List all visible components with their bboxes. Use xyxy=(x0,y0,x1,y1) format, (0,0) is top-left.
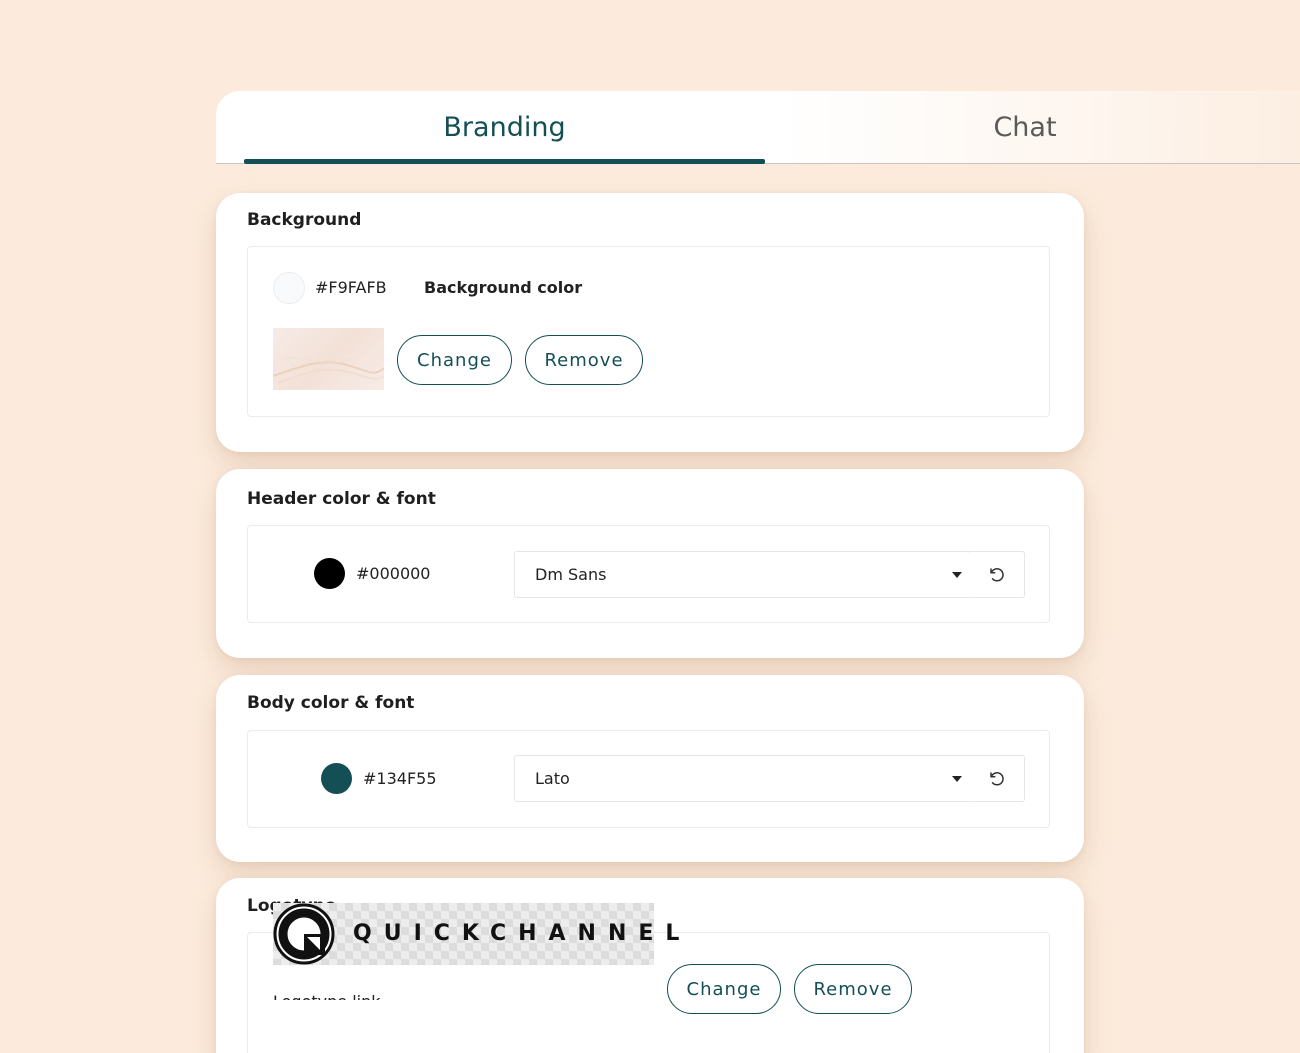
logotype-preview: QUICKCHANNEL xyxy=(273,903,679,965)
background-color-swatch[interactable] xyxy=(273,272,305,304)
body-color-swatch[interactable] xyxy=(321,763,352,794)
header-reset-button[interactable] xyxy=(970,551,1025,598)
caret-down-icon xyxy=(952,572,962,578)
caret-down-icon xyxy=(952,776,962,782)
header-font-value: Dm Sans xyxy=(535,565,607,584)
logotype-remove-button[interactable]: Remove xyxy=(794,964,912,1014)
body-font-card: Body color & font #134F55 Lato xyxy=(216,675,1084,862)
body-font-value: Lato xyxy=(535,769,570,788)
logotype-link-label: Logotype link xyxy=(273,992,381,1000)
header-color-swatch[interactable] xyxy=(314,558,345,589)
logotype-card: Logotype QUICKCHANNEL Change Remove Logo… xyxy=(216,878,1084,1053)
body-font-select[interactable]: Lato xyxy=(514,755,971,802)
body-hex: #134F55 xyxy=(363,769,437,788)
header-font-title: Header color & font xyxy=(247,489,436,509)
background-hex: #F9FAFB xyxy=(315,278,387,297)
tab-bar: Branding Chat xyxy=(216,91,1300,164)
background-remove-button[interactable]: Remove xyxy=(525,335,643,385)
background-title: Background xyxy=(247,210,362,230)
tab-chat[interactable]: Chat xyxy=(765,91,1285,164)
tab-branding[interactable]: Branding xyxy=(244,91,765,164)
active-tab-indicator xyxy=(244,159,765,164)
header-hex: #000000 xyxy=(356,564,431,583)
body-font-title: Body color & font xyxy=(247,693,415,713)
logotype-wordmark: QUICKCHANNEL xyxy=(353,921,692,946)
background-color-label: Background color xyxy=(424,278,583,297)
header-font-card: Header color & font #000000 Dm Sans xyxy=(216,469,1084,658)
background-change-button[interactable]: Change xyxy=(397,335,512,385)
body-reset-button[interactable] xyxy=(970,755,1025,802)
header-font-select[interactable]: Dm Sans xyxy=(514,551,971,598)
reset-icon xyxy=(990,771,1004,785)
background-card: Background #F9FAFB Background color Chan… xyxy=(216,193,1084,452)
quickchannel-logo-mark-icon xyxy=(273,903,335,965)
logotype-change-button[interactable]: Change xyxy=(667,964,781,1014)
reset-icon xyxy=(990,567,1004,581)
background-image-thumbnail xyxy=(273,328,384,390)
